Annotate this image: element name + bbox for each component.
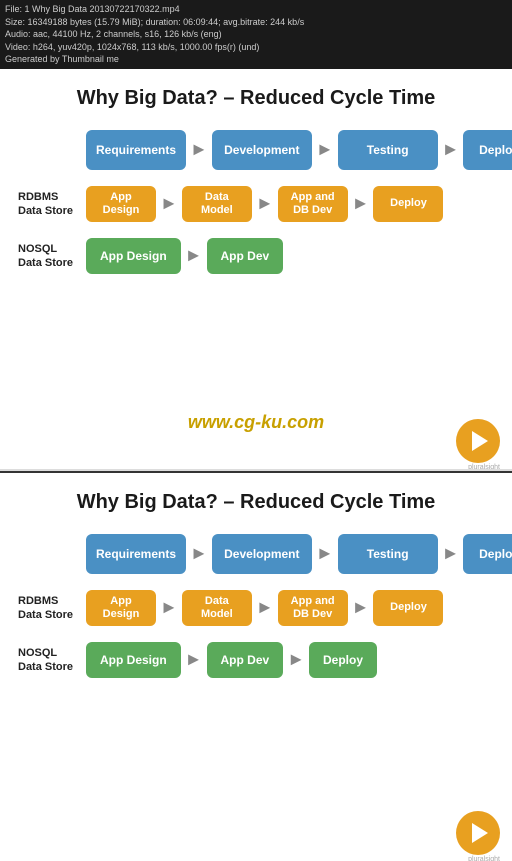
top-label-rdbms: RDBMSData Store — [18, 190, 86, 219]
arrow1: ► — [190, 139, 208, 160]
bot-arrow3: ► — [442, 543, 460, 564]
top-box-green-appdev: App Dev — [207, 238, 284, 274]
bot-arrow6: ► — [352, 597, 370, 618]
bot-box-appdesign: AppDesign — [86, 590, 156, 626]
slide-bottom-title: Why Big Data? – Reduced Cycle Time — [0, 473, 512, 524]
top-flow3: App Design ► App Dev — [86, 238, 283, 274]
bot-arrow7: ► — [185, 649, 203, 670]
bot-arrow4: ► — [160, 597, 178, 618]
bot-arrow2: ► — [316, 543, 334, 564]
slide-top-title: Why Big Data? – Reduced Cycle Time — [0, 69, 512, 120]
play-button-bottom — [456, 811, 500, 855]
top-flow1: Requirements ► Development ► Testing ► D… — [86, 130, 512, 170]
play-triangle-icon — [472, 431, 488, 451]
topbar-line3: Audio: aac, 44100 Hz, 2 channels, s16, 1… — [5, 28, 507, 41]
arrow7: ► — [185, 245, 203, 266]
ps-text-bottom: pluralsight — [456, 856, 500, 861]
bot-box-datamodel: DataModel — [182, 590, 252, 626]
play-triangle-icon-bottom — [472, 823, 488, 843]
arrow2: ► — [316, 139, 334, 160]
bot-box-green-deploy: Deploy — [309, 642, 377, 678]
play-button — [456, 419, 500, 463]
bot-flow1: Requirements ► Development ► Testing ► D… — [86, 534, 512, 574]
top-label-nosql: NOSQLData Store — [18, 242, 86, 271]
slide-bottom: Why Big Data? – Reduced Cycle Time Requi… — [0, 471, 512, 861]
bot-box-requirements: Requirements — [86, 534, 186, 574]
bot-row1: Requirements ► Development ► Testing ► D… — [0, 528, 512, 580]
bot-box-deploy: Deploy — [373, 590, 443, 626]
top-box-green-appdesign: App Design — [86, 238, 181, 274]
bot-flow3: App Design ► App Dev ► Deploy — [86, 642, 377, 678]
top-box-deploy: Deploy — [373, 186, 443, 222]
top-row3: NOSQLData Store App Design ► App Dev — [0, 232, 512, 280]
topbar-line4: Video: h264, yuv420p, 1024x768, 113 kb/s… — [5, 41, 507, 54]
bot-box-appdbdev: App andDB Dev — [278, 590, 348, 626]
bot-label-nosql: NOSQLData Store — [18, 646, 86, 675]
pluralsight-logo: pluralsight — [456, 419, 500, 463]
topbar-line5: Generated by Thumbnail me — [5, 53, 507, 66]
top-box-development: Development — [212, 130, 312, 170]
bot-row2: RDBMSData Store AppDesign ► DataModel ► … — [0, 584, 512, 632]
bot-box-development: Development — [212, 534, 312, 574]
top-row1: Requirements ► Development ► Testing ► D… — [0, 124, 512, 176]
ps-text: pluralsight — [456, 464, 500, 469]
topbar-line2: Size: 16349188 bytes (15.79 MiB); durati… — [5, 16, 507, 29]
bot-box-green-appdev: App Dev — [207, 642, 284, 678]
top-box-requirements: Requirements — [86, 130, 186, 170]
bot-flow2: AppDesign ► DataModel ► App andDB Dev ► … — [86, 590, 443, 626]
bot-arrow1: ► — [190, 543, 208, 564]
top-box-appdbdev: App andDB Dev — [278, 186, 348, 222]
top-box-deployment: Deployment — [463, 130, 512, 170]
bot-box-green-appdesign: App Design — [86, 642, 181, 678]
pluralsight-logo-bottom: pluralsight — [456, 811, 500, 855]
bot-box-testing: Testing — [338, 534, 438, 574]
arrow3: ► — [442, 139, 460, 160]
topbar-line1: File: 1 Why Big Data 20130722170322.mp4 — [5, 3, 507, 16]
bot-label-rdbms: RDBMSData Store — [18, 594, 86, 623]
bot-arrow8: ► — [287, 649, 305, 670]
bot-box-deployment: Deployment — [463, 534, 512, 574]
top-box-appdesign: AppDesign — [86, 186, 156, 222]
top-flow2: AppDesign ► DataModel ► App andDB Dev ► … — [86, 186, 443, 222]
top-box-testing: Testing — [338, 130, 438, 170]
arrow5: ► — [256, 193, 274, 214]
watermark: www.cg-ku.com — [188, 412, 324, 433]
slide-top: Why Big Data? – Reduced Cycle Time Requi… — [0, 69, 512, 469]
arrow6: ► — [352, 193, 370, 214]
top-box-datamodel: DataModel — [182, 186, 252, 222]
bot-arrow5: ► — [256, 597, 274, 618]
top-row2: RDBMSData Store AppDesign ► DataModel ► … — [0, 180, 512, 228]
bot-row3: NOSQLData Store App Design ► App Dev ► D… — [0, 636, 512, 684]
top-bar: File: 1 Why Big Data 20130722170322.mp4 … — [0, 0, 512, 69]
arrow4: ► — [160, 193, 178, 214]
